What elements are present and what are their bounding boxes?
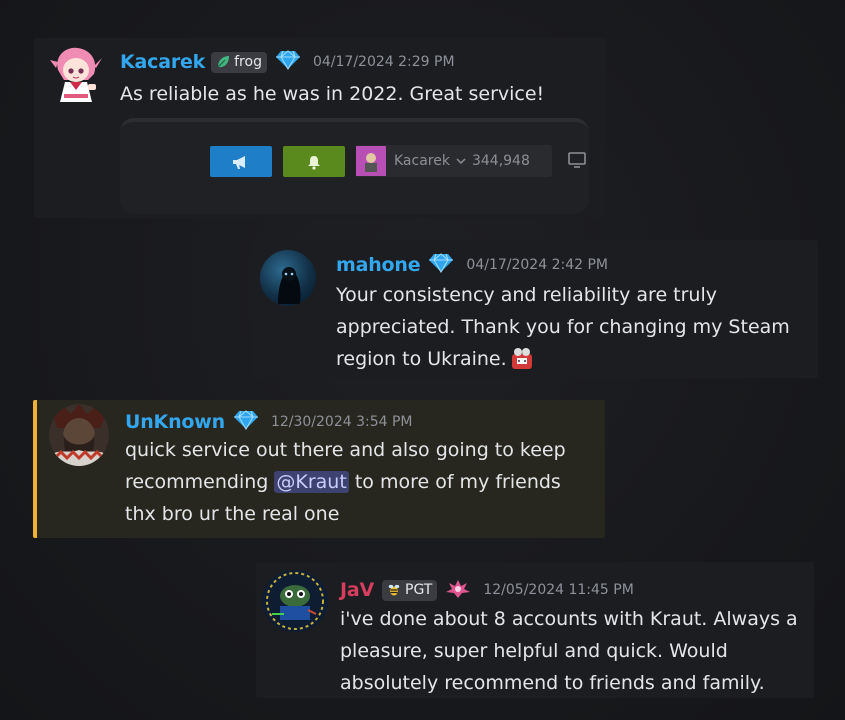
notifications-button (283, 146, 345, 177)
server-tag-label: frog (234, 54, 262, 70)
nitro-gem-icon[interactable] (428, 253, 454, 277)
server-tag-label: PGT (405, 582, 433, 598)
avatar[interactable] (48, 44, 104, 106)
message-text: Your consistency and reliability are tru… (336, 279, 790, 375)
avatar[interactable] (260, 250, 316, 306)
username[interactable]: mahone (336, 254, 421, 276)
message-line: pleasure, super helpful and quick. Would (340, 640, 728, 662)
message-line: recommending @Kraut to more of my friend… (125, 471, 561, 493)
message-card-unknown: UnKnown 12/30/2024 3:54 PM quick service… (33, 400, 605, 538)
server-tag[interactable]: frog (211, 51, 267, 73)
message-line: thx bro ur the real one (125, 503, 340, 525)
message-text: quick service out there and also going t… (125, 434, 566, 530)
profile-pill: Kacarek 344,948 (356, 145, 552, 177)
chevron-down-icon (456, 158, 466, 165)
bell-icon (308, 155, 320, 170)
message-line: i've done about 8 accounts with Kraut. A… (340, 608, 798, 630)
avatar[interactable] (262, 570, 328, 632)
message-text: i've done about 8 accounts with Kraut. A… (340, 603, 798, 699)
message-line: As reliable as he was in 2022. Great ser… (120, 83, 545, 105)
timestamp[interactable]: 04/17/2024 2:29 PM (313, 54, 455, 70)
user-mention[interactable]: @Kraut (274, 471, 349, 493)
username[interactable]: Kacarek (120, 51, 205, 73)
nitro-badge-icon[interactable] (445, 578, 471, 602)
message-line: region to Ukraine. (336, 348, 507, 370)
bee-icon (388, 584, 400, 596)
leaf-icon (217, 56, 230, 68)
emoji-icon[interactable] (509, 346, 535, 372)
message-card-mahone: mahone 04/17/2024 2:42 PM Your consisten… (252, 240, 818, 378)
message-line: appreciated. Thank you for changing my S… (336, 316, 790, 338)
timestamp[interactable]: 12/30/2024 3:54 PM (271, 414, 413, 430)
nitro-gem-icon[interactable] (233, 410, 259, 434)
timestamp[interactable]: 04/17/2024 2:42 PM (466, 257, 608, 273)
username[interactable]: UnKnown (125, 411, 225, 433)
monitor-icon (568, 152, 586, 172)
message-line: absolutely recommend to friends and fami… (340, 672, 765, 694)
broadcast-button (210, 146, 272, 177)
username[interactable]: JaV (340, 579, 374, 601)
avatar[interactable] (49, 404, 109, 466)
message-line: Your consistency and reliability are tru… (336, 284, 717, 306)
embedded-screenshot[interactable]: Kacarek 344,948 (120, 118, 589, 214)
wallet-balance: 344,948 (471, 153, 530, 169)
message-card-jav: JaV PGT 12/05/2024 11:45 PM i've done ab… (256, 562, 814, 698)
timestamp[interactable]: 12/05/2024 11:45 PM (483, 582, 633, 598)
profile-avatar (356, 146, 386, 176)
message-text: As reliable as he was in 2022. Great ser… (120, 78, 544, 110)
profile-name: Kacarek (394, 153, 450, 169)
message-line: quick service out there and also going t… (125, 439, 566, 461)
megaphone-icon (233, 155, 245, 169)
nitro-gem-icon[interactable] (275, 50, 301, 74)
message-card-kacarek: Kacarek frog 04/17/2024 2:29 PM As relia… (34, 38, 606, 218)
server-tag[interactable]: PGT (382, 579, 438, 601)
